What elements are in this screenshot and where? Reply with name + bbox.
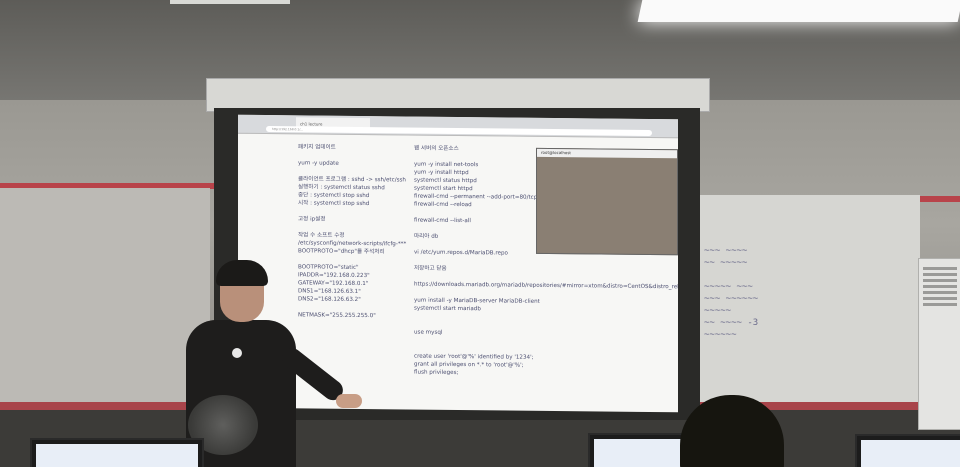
terminal-window: root@localhost [536, 147, 678, 256]
whiteboard-scribbles: ~~~ ~~~~ ~~ ~~~~~ ~~~~~ ~~~ ~~~ ~~~~~~ ~~~~~… [704, 246, 759, 340]
air-conditioner [918, 258, 960, 430]
ac-vent [923, 267, 957, 307]
monitor-left [30, 438, 204, 467]
presenter-hair [216, 260, 268, 286]
slide-line: BOOTPROTO="dhcp"를 주석처리 [298, 248, 385, 256]
browser-toolbar: ch1 lecture http://192.168.0.1/... [238, 114, 678, 139]
slide-line: 시작 : systemctl stop sshd [298, 200, 370, 208]
monitor-center [588, 433, 688, 467]
shirt-logo [232, 348, 242, 358]
projector-screen-housing [206, 78, 710, 112]
terminal-title: root@localhost [537, 148, 677, 159]
presenter-hand [336, 394, 362, 408]
ceiling-light [637, 0, 960, 22]
ceiling-light-left [170, 0, 290, 4]
whiteboard-right: ~~~ ~~~~ ~~ ~~~~~ ~~~~~ ~~~ ~~~ ~~~~~~ ~~~~~… [698, 195, 920, 405]
classroom-photo: ~~~ ~~~~ ~~ ~~~~~ ~~~~~ ~~~ ~~~ ~~~~~~ ~~~~~… [0, 0, 960, 467]
address-bar: http://192.168.0.1/... [266, 125, 652, 137]
slide-line: flush privileges; [414, 369, 459, 377]
whiteboard-left [0, 188, 210, 403]
monitor-right [855, 434, 960, 467]
